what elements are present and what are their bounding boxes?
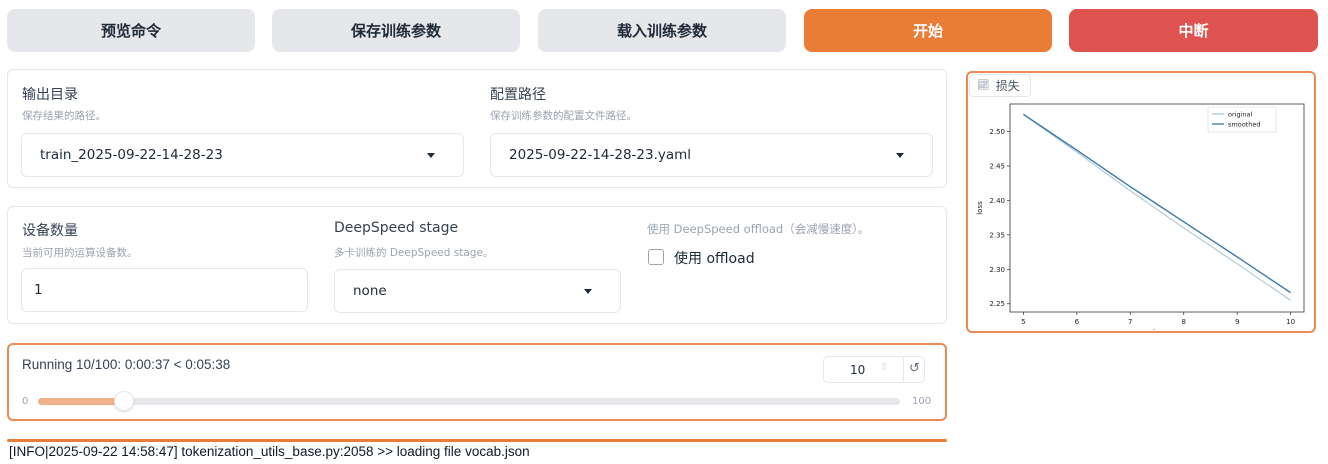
progress-slider[interactable] bbox=[38, 391, 900, 411]
ds-offload-checkbox[interactable] bbox=[648, 249, 664, 265]
x-tick-label: 10 bbox=[1286, 318, 1295, 326]
reset-icon[interactable]: ↺ bbox=[909, 361, 920, 376]
progress-number-input[interactable]: 10 ⇳ ↺ bbox=[823, 356, 925, 383]
ds-stage-value: none bbox=[353, 283, 387, 299]
ds-stage-hint: 多卡训练的 DeepSpeed stage。 bbox=[334, 247, 494, 259]
x-axis-label: step bbox=[1149, 328, 1165, 330]
load-args-button[interactable]: 载入训练参数 bbox=[538, 9, 786, 52]
x-tick-label: 5 bbox=[1021, 318, 1025, 326]
chart-icon: 📈︎ bbox=[977, 80, 990, 91]
config-path-label: 配置路径 bbox=[490, 87, 546, 103]
progress-status-text: Running 10/100: 0:00:37 < 0:05:38 bbox=[22, 357, 231, 372]
chevron-down-icon bbox=[427, 153, 435, 158]
legend-label-original: original bbox=[1228, 111, 1252, 119]
slider-max-label: 100 bbox=[912, 396, 932, 407]
device-count-hint: 当前可用的运算设备数。 bbox=[22, 247, 138, 259]
train-page: 预览命令 保存训练参数 载入训练参数 开始 中断 输出目录 保存结果的路径。 t… bbox=[0, 0, 1328, 464]
progress-number-value: 10 bbox=[850, 363, 866, 377]
ds-offload-label[interactable]: 使用 offload bbox=[674, 248, 755, 268]
y-tick-label: 2.45 bbox=[989, 162, 1005, 170]
y-tick-label: 2.40 bbox=[989, 197, 1005, 205]
spinner-icon[interactable]: ⇳ bbox=[880, 362, 888, 373]
y-tick-label: 2.50 bbox=[989, 128, 1005, 136]
ds-stage-label: DeepSpeed stage bbox=[334, 220, 459, 236]
chevron-down-icon bbox=[584, 289, 592, 294]
ds-stage-dropdown[interactable]: none bbox=[334, 269, 621, 313]
y-axis-label: loss bbox=[976, 201, 984, 215]
x-tick-label: 7 bbox=[1128, 318, 1132, 326]
slider-min-label: 0 bbox=[22, 396, 29, 407]
abort-button[interactable]: 中断 bbox=[1069, 9, 1318, 52]
y-tick-label: 2.35 bbox=[989, 231, 1005, 239]
config-path-value: 2025-09-22-14-28-23.yaml bbox=[509, 147, 692, 163]
start-button[interactable]: 开始 bbox=[804, 9, 1052, 52]
log-progress-bar bbox=[7, 439, 947, 442]
progress-panel bbox=[7, 343, 947, 421]
output-dir-label: 输出目录 bbox=[22, 87, 78, 103]
x-tick-label: 9 bbox=[1235, 318, 1239, 326]
x-tick-label: 6 bbox=[1075, 318, 1080, 326]
output-dir-hint: 保存结果的路径。 bbox=[22, 110, 106, 122]
config-path-dropdown[interactable]: 2025-09-22-14-28-23.yaml bbox=[490, 133, 933, 177]
save-args-button[interactable]: 保存训练参数 bbox=[272, 9, 520, 52]
loss-chart-tab[interactable]: 📈︎ 损失 bbox=[969, 74, 1031, 97]
device-count-value: 1 bbox=[34, 282, 43, 298]
chevron-down-icon bbox=[896, 153, 904, 158]
loss-chart-tab-label: 损失 bbox=[995, 79, 1020, 93]
progress-slider-fill bbox=[38, 398, 125, 405]
y-tick-label: 2.25 bbox=[989, 300, 1005, 308]
log-line: [INFO|2025-09-22 14:58:47] tokenization_… bbox=[9, 444, 530, 459]
config-path-hint: 保存训练参数的配置文件路径。 bbox=[490, 110, 637, 122]
device-count-input[interactable]: 1 bbox=[21, 268, 308, 312]
legend-label-smoothed: smoothed bbox=[1228, 121, 1260, 129]
y-tick-label: 2.30 bbox=[989, 266, 1005, 274]
loss-chart: 5 6 7 8 9 10 2.25 2.30 2.35 2.40 2.45 2.50 step loss o… bbox=[976, 103, 1305, 330]
output-dir-value: train_2025-09-22-14-28-23 bbox=[40, 147, 223, 163]
numbox-divider bbox=[903, 357, 904, 382]
output-dir-dropdown[interactable]: train_2025-09-22-14-28-23 bbox=[21, 133, 464, 177]
preview-command-button[interactable]: 预览命令 bbox=[7, 9, 255, 52]
device-count-label: 设备数量 bbox=[22, 223, 78, 239]
ds-offload-hint: 使用 DeepSpeed offload（会减慢速度）。 bbox=[647, 222, 870, 236]
x-tick-label: 8 bbox=[1181, 318, 1185, 326]
